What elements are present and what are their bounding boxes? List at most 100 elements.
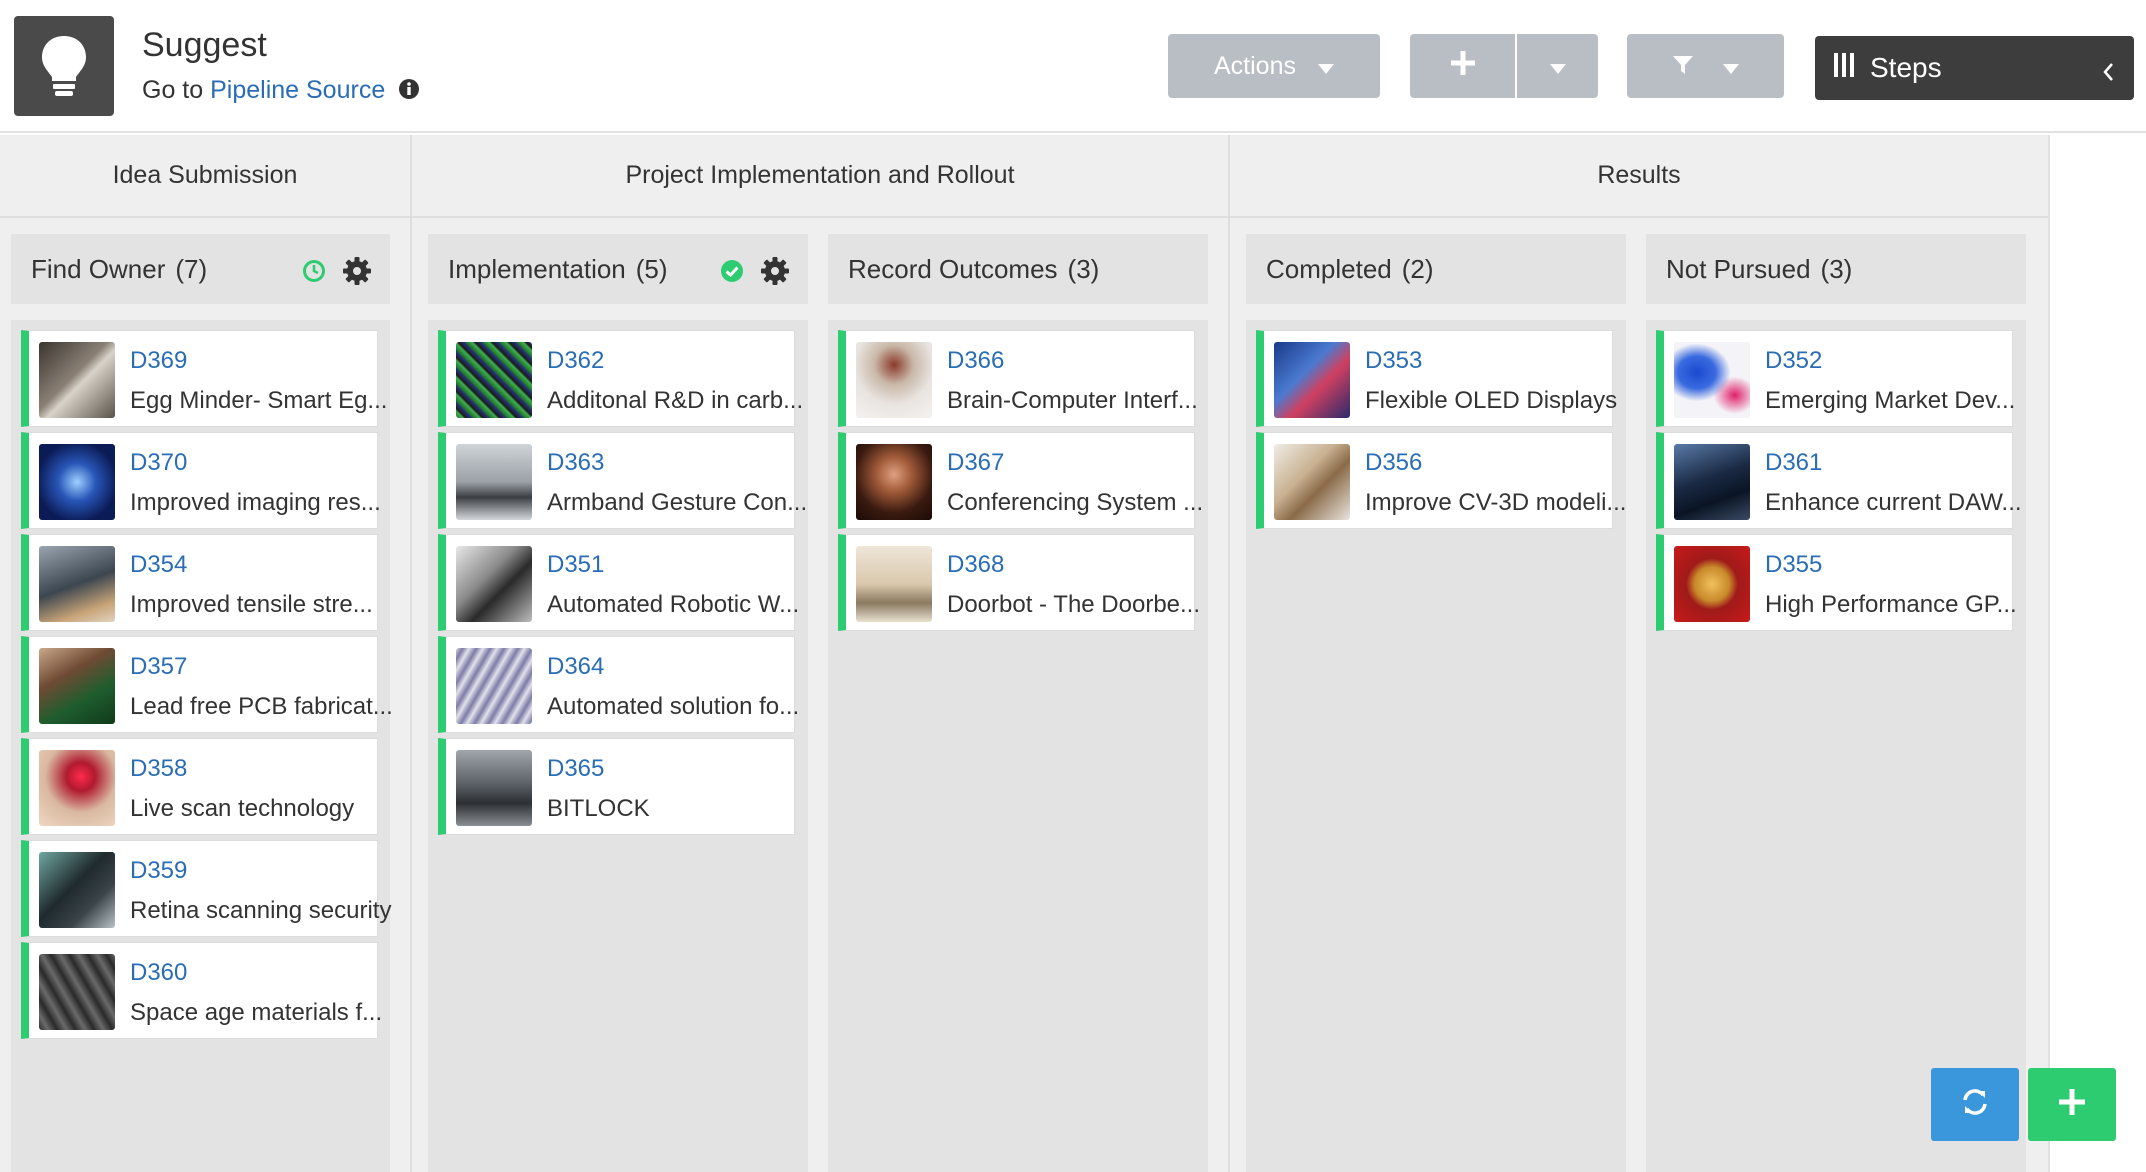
idea-id-link[interactable]: D363 [547,449,604,477]
idea-card[interactable]: D360 Space age materials f... [21,942,382,1039]
idea-thumbnail [856,546,932,622]
clock-icon[interactable] [302,259,326,290]
idea-thumbnail [39,546,115,622]
idea-id-link[interactable]: D367 [947,449,1004,477]
idea-card[interactable]: D368 Doorbot - The Doorbe... [838,534,1200,631]
idea-id-link[interactable]: D366 [947,347,1004,375]
check-circle-icon[interactable] [720,259,744,290]
idea-card[interactable]: D359 Retina scanning security [21,840,391,937]
idea-card[interactable]: D367 Conferencing System ... [838,432,1203,529]
goto-line: Go to Pipeline Source [142,76,420,107]
idea-id-link[interactable]: D358 [130,755,187,783]
idea-id-link[interactable]: D370 [130,449,187,477]
idea-id-link[interactable]: D355 [1765,551,1822,579]
caret-down-icon [1317,52,1334,81]
group-header-idea-submission: Idea Submission [0,135,410,218]
idea-id-link[interactable]: D368 [947,551,1004,579]
stage-body: D353 Flexible OLED Displays D356 Improve… [1246,320,1626,1172]
idea-thumbnail [1674,546,1750,622]
idea-card[interactable]: D364 Automated solution fo... [438,636,799,733]
stage-header: Implementation (5) [428,234,808,304]
idea-title: Brain-Computer Interf... [947,387,1198,414]
idea-thumbnail [39,852,115,928]
app-header: Suggest Go to Pipeline Source Actions St… [0,0,2146,133]
idea-title: Space age materials f... [130,999,383,1026]
filter-icon [1672,52,1693,81]
add-button[interactable] [1410,34,1515,98]
add-idea-button[interactable] [2028,1068,2116,1141]
columns-icon [1834,52,1854,84]
idea-id-link[interactable]: D353 [1365,347,1422,375]
idea-card[interactable]: D351 Automated Robotic W... [438,534,799,631]
stage-body: D352 Emerging Market Dev... D361 Enhance… [1646,320,2026,1172]
goto-prefix: Go to [142,76,204,104]
idea-card[interactable]: D365 BITLOCK [438,738,795,835]
steps-button[interactable]: Steps [1815,36,2134,100]
idea-thumbnail [1674,342,1750,418]
idea-thumbnail [39,750,115,826]
add-dropdown-button[interactable] [1517,34,1598,98]
idea-card[interactable]: D362 Additonal R&D in carb... [438,330,803,427]
idea-card[interactable]: D352 Emerging Market Dev... [1656,330,2015,427]
idea-id-link[interactable]: D352 [1765,347,1822,375]
idea-title: Additonal R&D in carb... [547,387,804,414]
page-title: Suggest [142,26,267,64]
idea-card[interactable]: D357 Lead free PCB fabricat... [21,636,393,733]
idea-id-link[interactable]: D357 [130,653,187,681]
stage-name: Record Outcomes [848,253,1058,284]
stage-header: Record Outcomes (3) [828,234,1208,304]
stage-count: (5) [635,253,668,284]
idea-card[interactable]: D356 Improve CV-3D modeli... [1256,432,1626,529]
idea-card[interactable]: D369 Egg Minder- Smart Eg... [21,330,387,427]
idea-thumbnail [456,750,532,826]
idea-id-link[interactable]: D354 [130,551,187,579]
idea-title: Enhance current DAW... [1765,489,2022,516]
idea-thumbnail [456,648,532,724]
idea-card[interactable]: D355 High Performance GP... [1656,534,2017,631]
idea-thumbnail [456,546,532,622]
idea-card[interactable]: D366 Brain-Computer Interf... [838,330,1198,427]
idea-title: Retina scanning security [130,897,392,924]
idea-title: Flexible OLED Displays [1365,387,1618,414]
idea-title: Doorbot - The Doorbe... [947,591,1201,618]
idea-id-link[interactable]: D356 [1365,449,1422,477]
group-divider [1228,135,1230,1172]
idea-card[interactable]: D363 Armband Gesture Con... [438,432,807,529]
idea-card[interactable]: D358 Live scan technology [21,738,378,835]
idea-id-link[interactable]: D362 [547,347,604,375]
info-icon[interactable] [398,78,420,107]
idea-thumbnail [456,444,532,520]
idea-id-link[interactable]: D351 [547,551,604,579]
plus-icon [2059,1089,2085,1120]
idea-title: Automated solution fo... [547,693,800,720]
idea-id-link[interactable]: D359 [130,857,187,885]
idea-id-link[interactable]: D361 [1765,449,1822,477]
filter-button[interactable] [1627,34,1784,98]
actions-button[interactable]: Actions [1168,34,1380,98]
idea-card[interactable]: D361 Enhance current DAW... [1656,432,2022,529]
refresh-button[interactable] [1931,1068,2019,1141]
stage-header: Not Pursued (3) [1646,234,2026,304]
gear-icon[interactable] [760,256,790,293]
idea-title: Improved tensile stre... [130,591,373,618]
stage-name: Find Owner [31,253,166,284]
idea-title: Armband Gesture Con... [547,489,808,516]
idea-id-link[interactable]: D369 [130,347,187,375]
idea-title: Automated Robotic W... [547,591,800,618]
idea-card[interactable]: D354 Improved tensile stre... [21,534,378,631]
idea-thumbnail [1274,444,1350,520]
lightbulb-icon [14,16,114,116]
idea-card[interactable]: D353 Flexible OLED Displays [1256,330,1617,427]
idea-card[interactable]: D370 Improved imaging res... [21,432,381,529]
stage-body: D366 Brain-Computer Interf... D367 Confe… [828,320,1208,1172]
idea-id-link[interactable]: D364 [547,653,604,681]
group-header-project-implementation: Project Implementation and Rollout [412,135,1228,218]
idea-id-link[interactable]: D365 [547,755,604,783]
group-header-results: Results [1230,135,2048,218]
gear-icon[interactable] [342,256,372,293]
stage-implementation: Implementation (5) D362 Additonal R&D in… [428,234,808,1172]
idea-thumbnail [39,954,115,1030]
idea-id-link[interactable]: D360 [130,959,187,987]
pipeline-source-link[interactable]: Pipeline Source [210,76,385,104]
stage-name: Completed [1266,253,1392,284]
